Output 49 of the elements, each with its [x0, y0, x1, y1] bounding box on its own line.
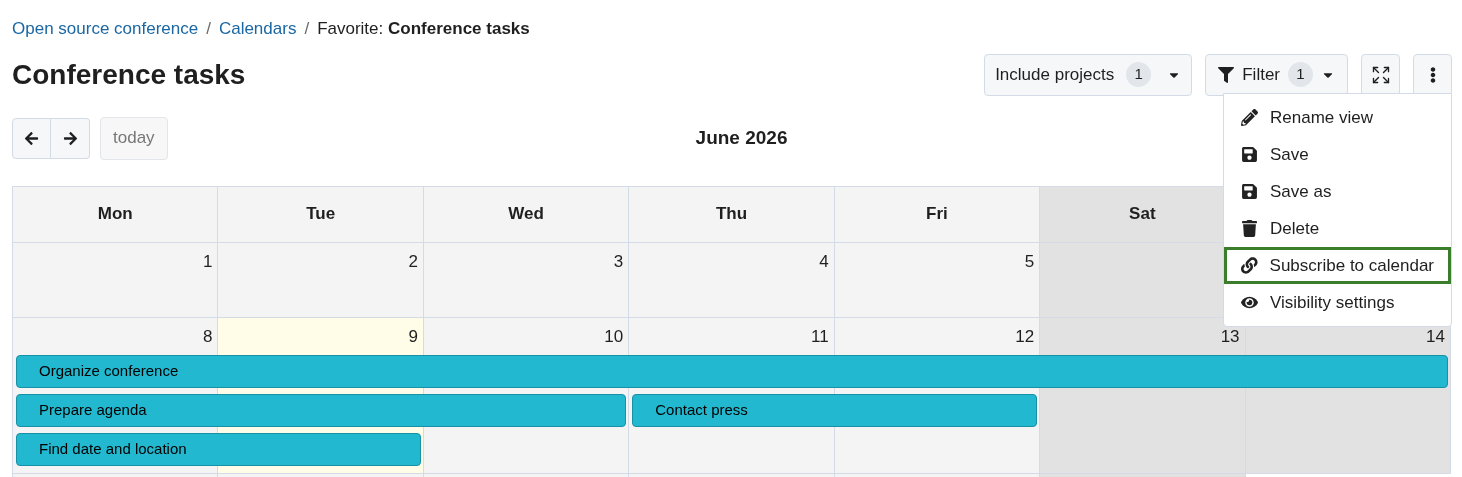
trash-icon — [1241, 220, 1258, 237]
today-button[interactable]: today — [100, 116, 168, 160]
filter-button[interactable]: Filter 1 — [1205, 53, 1348, 96]
eye-icon — [1241, 294, 1258, 311]
next-button[interactable] — [51, 117, 90, 159]
event-bar[interactable]: Organize conference — [16, 354, 1448, 388]
filter-icon — [1218, 66, 1235, 83]
day-header: Tue — [218, 186, 424, 243]
arrow-right-icon — [62, 130, 78, 146]
day-number: 8 — [202, 325, 213, 348]
month-title: June 2026 — [695, 125, 788, 150]
day-number: 4 — [819, 250, 829, 273]
menu-item[interactable]: Visibility settings — [1224, 284, 1451, 321]
breadcrumb-separator: / — [206, 18, 211, 40]
menu-item[interactable]: Subscribe to calendar — [1224, 247, 1451, 284]
day-number: 9 — [408, 325, 418, 348]
day-number: 10 — [604, 325, 624, 348]
include-projects-button[interactable]: Include projects 1 — [984, 53, 1193, 96]
arrow-left-icon — [24, 130, 39, 146]
day-header: Thu — [629, 186, 835, 243]
pencil-icon — [1241, 109, 1258, 126]
day-number: 14 — [1426, 325, 1445, 348]
fullscreen-button[interactable] — [1361, 53, 1400, 96]
event-bar[interactable]: Contact press — [632, 393, 1038, 427]
count-badge: 1 — [1126, 62, 1152, 87]
event-bar[interactable]: Find date and location — [16, 432, 421, 466]
breadcrumb-current: Favorite: Conference tasks — [317, 18, 530, 40]
more-menu-button[interactable] — [1413, 53, 1452, 96]
day-number: 1 — [202, 250, 213, 273]
day-number: 11 — [811, 325, 829, 348]
day-number: 12 — [1015, 325, 1035, 348]
day-number: 13 — [1220, 325, 1240, 348]
expand-icon — [1370, 64, 1391, 85]
event-bar[interactable]: Prepare agenda — [16, 393, 627, 427]
day-header: Mon — [13, 186, 219, 243]
page-title: Conference tasks — [12, 57, 246, 92]
link-icon — [1241, 257, 1258, 274]
breadcrumb-separator: / — [304, 18, 310, 40]
count-badge: 1 — [1288, 62, 1313, 87]
menu-item[interactable]: Save — [1224, 136, 1451, 173]
day-header: Wed — [423, 186, 630, 243]
breadcrumb-link[interactable]: Open source conference — [12, 16, 199, 42]
day-number: 5 — [1024, 250, 1035, 273]
day-number: 2 — [408, 250, 418, 273]
day-header: Fri — [834, 186, 1041, 243]
day-number: 3 — [613, 250, 624, 273]
previous-button[interactable] — [12, 117, 51, 159]
breadcrumb-link[interactable]: Calendars — [218, 16, 297, 42]
menu-item[interactable]: Rename view — [1224, 99, 1451, 136]
